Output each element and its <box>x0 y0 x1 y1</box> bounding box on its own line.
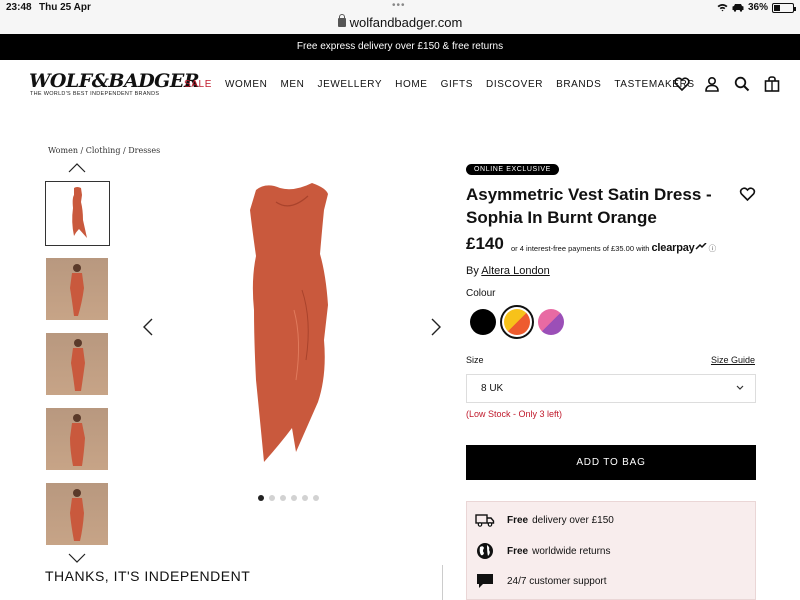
wifi-icon <box>717 4 728 12</box>
thumbnail-1[interactable] <box>45 181 110 246</box>
clock: 23:48 <box>6 2 32 13</box>
pager-dot[interactable] <box>280 495 286 501</box>
pager-dot[interactable] <box>269 495 275 501</box>
nav-item-home[interactable]: HOME <box>395 79 427 90</box>
truck-icon <box>475 514 495 527</box>
chat-bubble-icon <box>477 574 493 588</box>
installments-info: or 4 interest-free payments of £35.00 wi… <box>511 242 716 254</box>
benefit-bold: Free <box>507 545 529 557</box>
size-guide-link[interactable]: Size Guide <box>711 355 755 365</box>
pager-dot[interactable] <box>291 495 297 501</box>
chevron-up-icon[interactable] <box>68 163 86 173</box>
by-label: By <box>466 265 479 277</box>
pager-dot[interactable] <box>302 495 308 501</box>
nav-item-jewellery[interactable]: JEWELLERY <box>317 79 382 90</box>
car-icon <box>732 4 744 12</box>
next-image-arrow-icon[interactable] <box>431 318 441 336</box>
independent-banner: THANKS, IT'S INDEPENDENT <box>45 568 251 584</box>
battery-icon <box>772 2 796 13</box>
benefit-text: worldwide returns <box>532 545 611 557</box>
pager-dot[interactable] <box>258 495 264 501</box>
swatch-black[interactable] <box>470 309 496 335</box>
thumbnail-3[interactable] <box>46 333 108 395</box>
breadcrumb[interactable]: Women / Clothing / Dresses <box>48 146 160 155</box>
benefit-free-delivery: Free delivery over £150 <box>475 512 614 528</box>
image-pager <box>258 495 319 501</box>
address-bar[interactable]: wolfandbadger.com <box>0 14 800 30</box>
product-title: Asymmetric Vest Satin Dress - Sophia In … <box>466 185 712 227</box>
thumbnail-5[interactable] <box>46 483 108 545</box>
status-icons: 36% <box>717 2 796 13</box>
divider <box>442 565 443 600</box>
battery-percent: 36% <box>747 2 768 13</box>
chevron-down-icon <box>736 385 744 390</box>
benefit-text: 24/7 customer support <box>507 575 607 587</box>
pager-dot[interactable] <box>313 495 319 501</box>
promo-banner[interactable]: Free express delivery over £150 & free r… <box>0 34 800 60</box>
colour-swatches <box>470 305 564 339</box>
search-icon[interactable] <box>734 76 750 92</box>
low-stock-warning: (Low Stock - Only 3 left) <box>466 409 563 419</box>
benefit-free-returns: Free worldwide returns <box>475 542 611 560</box>
product-price: £140 <box>466 234 504 253</box>
header-icons <box>674 76 780 92</box>
colour-label: Colour <box>466 288 496 299</box>
benefits-panel: Free delivery over £150 Free worldwide ret… <box>466 501 756 600</box>
size-label: Size <box>466 355 484 365</box>
installments-text: or 4 interest-free payments of £35.00 wi… <box>511 244 650 253</box>
wishlist-heart-icon[interactable] <box>674 76 690 92</box>
swatch-orange-yellow[interactable] <box>500 305 534 339</box>
add-to-wishlist-heart-icon[interactable] <box>739 186 756 202</box>
size-select[interactable]: 8 UK <box>466 374 756 403</box>
size-select-value: 8 UK <box>481 383 504 394</box>
chevron-down-icon[interactable] <box>68 553 86 563</box>
brand-tagline: THE WORLD'S BEST INDEPENDENT BRANDS <box>30 91 160 97</box>
url-text: wolfandbadger.com <box>349 15 463 30</box>
main-nav: SALE WOMEN MEN JEWELLERY HOME GIFTS DISC… <box>184 79 708 90</box>
thumbnail-4[interactable] <box>46 408 108 470</box>
site-header: WOLF&BADGER THE WORLD'S BEST INDEPENDENT… <box>0 60 800 112</box>
thumbnail-2[interactable] <box>46 258 108 320</box>
clearpay-logo: clearpay <box>651 242 695 254</box>
previous-image-arrow-icon[interactable] <box>143 318 153 336</box>
online-exclusive-badge: ONLINE EXCLUSIVE <box>466 164 559 175</box>
swatch-pink-purple[interactable] <box>538 309 564 335</box>
benefit-bold: Free <box>507 514 529 526</box>
multitask-dots[interactable]: ••• <box>392 0 406 11</box>
browser-status-bar: 23:48 Thu 25 Apr ••• wolfandbadger.com 3… <box>0 0 800 34</box>
account-icon[interactable] <box>704 76 720 92</box>
lock-icon <box>337 14 346 27</box>
benefit-support: 24/7 customer support <box>475 572 607 590</box>
nav-item-sale[interactable]: SALE <box>184 79 212 90</box>
brand-line: By Altera London <box>466 265 550 277</box>
globe-icon <box>477 543 493 559</box>
nav-item-gifts[interactable]: GIFTS <box>441 79 473 90</box>
nav-item-women[interactable]: WOMEN <box>225 79 267 90</box>
clearpay-arrows-icon <box>695 242 707 250</box>
nav-item-discover[interactable]: DISCOVER <box>486 79 543 90</box>
nav-item-brands[interactable]: BRANDS <box>556 79 601 90</box>
product-main-image[interactable] <box>232 180 342 470</box>
info-icon[interactable]: ⓘ <box>709 244 717 253</box>
benefit-text: delivery over £150 <box>532 514 614 526</box>
brand-logo[interactable]: WOLF&BADGER <box>29 70 200 92</box>
add-to-bag-button[interactable]: ADD TO BAG <box>466 445 756 480</box>
shopping-bag-icon[interactable] <box>764 76 780 92</box>
nav-item-men[interactable]: MEN <box>280 79 304 90</box>
date: Thu 25 Apr <box>39 2 91 13</box>
brand-link[interactable]: Altera London <box>481 265 550 277</box>
